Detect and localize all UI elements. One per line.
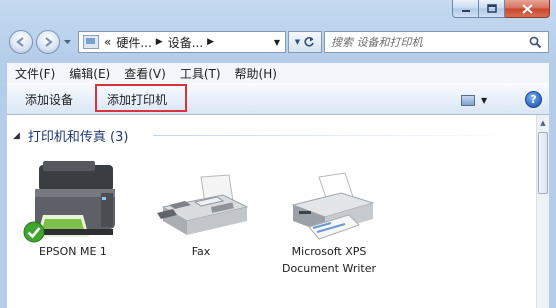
device-epson-printer[interactable]: EPSON ME 1 xyxy=(13,155,133,260)
group-divider xyxy=(153,135,525,136)
vertical-scrollbar[interactable]: ▲ xyxy=(536,115,549,308)
chevron-down-icon[interactable]: ▼ xyxy=(481,96,487,105)
maximize-button[interactable] xyxy=(479,0,505,18)
device-fax[interactable]: Fax xyxy=(141,155,261,260)
default-printer-check-icon xyxy=(23,221,45,243)
breadcrumb-overflow[interactable]: « xyxy=(104,35,111,49)
device-label: Fax xyxy=(191,245,211,258)
collapse-triangle-icon[interactable]: ◢ xyxy=(13,131,20,141)
recent-pages-dropdown-icon[interactable] xyxy=(63,39,72,45)
scroll-up-arrow-icon[interactable]: ▲ xyxy=(537,115,549,130)
devices-pane: ◢ 打印机和传真 (3) EPSON ME 1 Fax Microsoft XP… xyxy=(7,115,536,308)
address-bar[interactable]: « 硬件... ▶ 设备... ▶ ▼ xyxy=(78,31,286,53)
close-icon xyxy=(521,3,533,14)
help-button[interactable]: ? xyxy=(525,91,542,108)
menu-bar: 文件(F) 编辑(E) 查看(V) 工具(T) 帮助(H) xyxy=(7,63,549,83)
change-view-button[interactable]: ▼ xyxy=(461,92,497,108)
device-xps-writer[interactable]: Microsoft XPS Document Writer xyxy=(269,155,389,277)
breadcrumb-hardware[interactable]: 硬件... xyxy=(116,34,151,51)
command-bar: 添加设备 添加打印机 ▼ ? xyxy=(7,83,549,115)
printers-group-header[interactable]: ◢ 打印机和传真 (3) xyxy=(13,126,128,145)
close-button[interactable] xyxy=(505,0,550,18)
refresh-icon xyxy=(304,37,314,47)
refresh-button[interactable]: ▼ xyxy=(288,31,322,53)
menu-file[interactable]: 文件(F) xyxy=(7,65,61,82)
minimize-icon xyxy=(461,9,470,12)
forward-button[interactable] xyxy=(36,30,60,54)
xps-printer-icon xyxy=(291,172,375,240)
breadcrumb-devices[interactable]: 设备... xyxy=(168,34,203,51)
menu-view[interactable]: 查看(V) xyxy=(116,65,172,82)
breadcrumb-arrow-icon[interactable]: ▶ xyxy=(156,37,163,47)
add-device-button[interactable]: 添加设备 xyxy=(25,89,73,109)
device-label: EPSON ME 1 xyxy=(39,245,107,258)
forward-arrow-icon xyxy=(45,37,53,47)
menu-help[interactable]: 帮助(H) xyxy=(227,65,283,82)
menu-edit[interactable]: 编辑(E) xyxy=(61,65,116,82)
refresh-dropdown-icon: ▼ xyxy=(294,38,301,46)
add-printer-button[interactable]: 添加打印机 xyxy=(103,89,171,109)
control-panel-icon xyxy=(83,35,99,49)
menu-tools[interactable]: 工具(T) xyxy=(172,65,227,82)
address-dropdown-icon[interactable]: ▼ xyxy=(269,32,285,52)
search-icon[interactable] xyxy=(529,36,542,49)
search-box[interactable] xyxy=(324,31,549,53)
search-input[interactable] xyxy=(331,35,521,49)
view-icon xyxy=(461,94,475,106)
explorer-window: « 硬件... ▶ 设备... ▶ ▼ ▼ 文件(F) 编辑(E) 查看(V) … xyxy=(0,0,556,308)
window-caption-buttons xyxy=(452,0,550,18)
back-button[interactable] xyxy=(9,30,33,54)
device-label: Microsoft XPS Document Writer xyxy=(281,245,377,275)
group-title: 打印机和传真 (3) xyxy=(27,130,129,145)
minimize-button[interactable] xyxy=(452,0,479,18)
breadcrumb-arrow-icon[interactable]: ▶ xyxy=(207,37,214,47)
back-arrow-icon xyxy=(16,37,24,47)
maximize-icon xyxy=(486,4,497,13)
scrollbar-thumb[interactable] xyxy=(538,132,548,194)
fax-icon xyxy=(157,174,249,235)
